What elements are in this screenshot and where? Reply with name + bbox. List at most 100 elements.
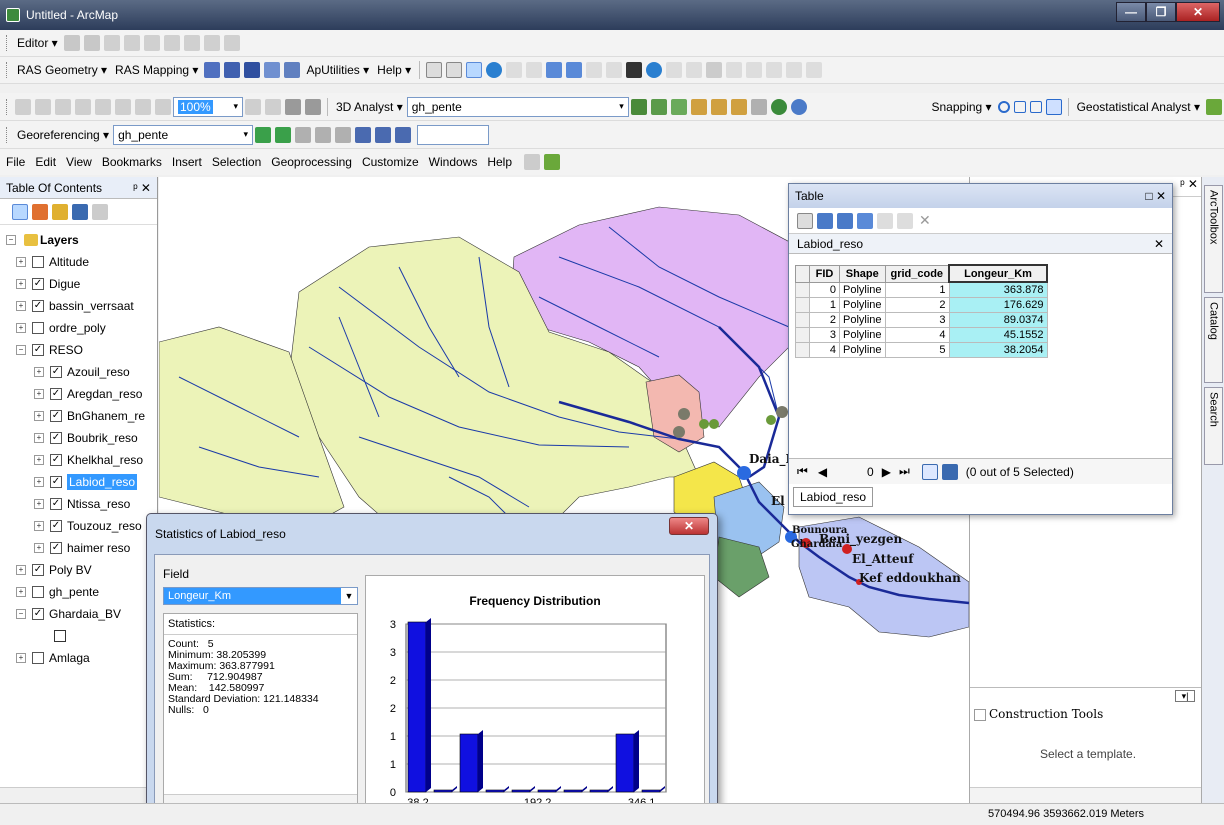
layout-tool-icon[interactable]: [285, 98, 301, 115]
table-tab-close[interactable]: ✕: [1154, 237, 1164, 251]
expand-toggle[interactable]: +: [16, 279, 26, 289]
tab-arctoolbox[interactable]: ArcToolbox: [1204, 185, 1223, 293]
curve-tool-icon[interactable]: [123, 35, 140, 51]
menu-bookmarks[interactable]: Bookmarks: [102, 155, 162, 169]
table-cell[interactable]: 3: [884, 311, 950, 328]
zoom-to-selected-icon[interactable]: [897, 212, 913, 229]
help-menu-toolbar[interactable]: Help ▾: [377, 63, 411, 77]
toc-layer-item[interactable]: + ordre_poly: [0, 317, 157, 339]
statistics-close-button[interactable]: ✕: [669, 517, 709, 535]
expand-toggle[interactable]: +: [34, 543, 44, 553]
fixed-zoom-out-icon[interactable]: [526, 62, 543, 78]
georef-tool-icon[interactable]: [335, 126, 352, 143]
arcscene-icon[interactable]: [770, 98, 787, 115]
toc-layer-item[interactable]: + ✓ Azouil_reso: [0, 361, 157, 383]
reshape-tool-icon[interactable]: [183, 35, 200, 51]
ras-tool-icon[interactable]: [264, 62, 281, 78]
toc-options-icon[interactable]: [92, 203, 108, 220]
table-cell[interactable]: 2: [884, 296, 950, 313]
georeferencing-menu[interactable]: Georeferencing ▾: [17, 128, 109, 142]
layer-visibility-checkbox[interactable]: ✓: [50, 542, 62, 554]
table-row[interactable]: 1 Polyline 2 176.629: [795, 296, 1048, 313]
select-features-icon[interactable]: [586, 62, 603, 78]
ras-geometry-menu[interactable]: RAS Geometry ▾: [17, 63, 107, 77]
toc-layer-item[interactable]: + gh_pente: [0, 581, 157, 603]
table-row[interactable]: 4 Polyline 5 38.2054: [795, 341, 1048, 358]
layout-tool-icon[interactable]: [55, 98, 71, 115]
prev-record-button[interactable]: ◀: [818, 465, 827, 479]
layer-name[interactable]: Ghardaia_BV: [49, 607, 121, 621]
layer-visibility-checkbox[interactable]: [32, 652, 44, 664]
layout-tool-icon[interactable]: [35, 98, 51, 115]
table-cell[interactable]: 1: [809, 296, 840, 313]
layer-visibility-checkbox[interactable]: [32, 322, 44, 334]
pan-icon[interactable]: [466, 62, 483, 78]
expand-toggle[interactable]: +: [16, 323, 26, 333]
layout-tool-icon[interactable]: [135, 98, 151, 115]
table-cell[interactable]: 3: [809, 326, 840, 343]
maximize-button[interactable]: ❐: [1146, 2, 1176, 22]
ras-mapping-menu[interactable]: RAS Mapping ▾: [115, 63, 198, 77]
layout-tool-icon[interactable]: [75, 98, 91, 115]
layout-tool-icon[interactable]: [155, 98, 171, 115]
select-by-attributes-icon[interactable]: [837, 212, 853, 229]
table-cell[interactable]: 4: [809, 341, 840, 358]
row-selector[interactable]: [795, 326, 810, 343]
hyperlink-icon[interactable]: [666, 62, 683, 78]
layer-visibility-checkbox[interactable]: ✓: [32, 608, 44, 620]
polygon-tool-icon[interactable]: [143, 35, 160, 51]
show-selected-records-icon[interactable]: [941, 463, 958, 480]
table-cell[interactable]: 2: [809, 311, 840, 328]
snapping-menu[interactable]: Snapping ▾: [932, 100, 992, 114]
toc-layer-item[interactable]: + ✓ Touzouz_reso: [0, 515, 157, 537]
find-icon[interactable]: [726, 62, 743, 78]
toc-layer-item[interactable]: + ✓ Aregdan_reso: [0, 383, 157, 405]
show-all-records-icon[interactable]: [921, 463, 938, 480]
expand-toggle[interactable]: +: [34, 367, 44, 377]
python-icon[interactable]: [544, 154, 561, 170]
edit-tool-icon[interactable]: [63, 35, 80, 51]
add-control-points-icon[interactable]: [255, 126, 272, 143]
viewer-icon[interactable]: [806, 62, 823, 78]
georef-tool-icon[interactable]: [275, 126, 292, 143]
list-by-source-icon[interactable]: [32, 203, 48, 220]
select-elements-icon[interactable]: [626, 62, 643, 78]
table-row[interactable]: 3 Polyline 4 45.1552: [795, 326, 1048, 343]
layer-visibility-checkbox[interactable]: ✓: [50, 366, 62, 378]
ras-tool-icon[interactable]: [204, 62, 221, 78]
row-selector[interactable]: [795, 341, 810, 358]
field-select[interactable]: Longeur_Km ▼: [163, 587, 358, 605]
table-cell[interactable]: 89.0374: [948, 311, 1048, 328]
layout-tool-icon[interactable]: [305, 98, 321, 115]
layers-root[interactable]: − Layers: [0, 229, 157, 251]
editor-menu[interactable]: Editor ▾: [17, 36, 58, 50]
layout-tool-icon[interactable]: [265, 98, 281, 115]
layer-visibility-checkbox[interactable]: ✓: [50, 498, 62, 510]
layer-name[interactable]: Altitude: [49, 255, 89, 269]
toc-layer-item[interactable]: + ✓ Ntissa_reso: [0, 493, 157, 515]
layer-name[interactable]: Aregdan_reso: [67, 387, 142, 401]
list-by-visibility-icon[interactable]: [52, 203, 68, 220]
table-bottom-tab[interactable]: Labiod_reso: [793, 487, 874, 507]
editor-toolbar-icon[interactable]: [524, 154, 541, 170]
table-cell[interactable]: 4: [884, 326, 950, 343]
zoom-in-icon[interactable]: [426, 62, 443, 78]
toc-pin-close[interactable]: ᵖ ✕: [133, 181, 151, 195]
toc-layer-item[interactable]: [0, 625, 157, 647]
georef-layer-combo[interactable]: gh_pente ▾: [113, 124, 254, 145]
last-record-button[interactable]: ⏭: [899, 464, 910, 479]
arcglobe-icon[interactable]: [790, 98, 807, 115]
toc-layer-item[interactable]: − ✓ Ghardaia_BV: [0, 603, 157, 625]
menu-windows[interactable]: Windows: [429, 155, 478, 169]
menu-customize[interactable]: Customize: [362, 155, 419, 169]
panel-collapse-button[interactable]: ▾|: [1175, 690, 1195, 702]
georef-tool-icon[interactable]: [315, 126, 332, 143]
expand-toggle[interactable]: +: [16, 587, 26, 597]
toc-layer-item[interactable]: + ✓ bassin_verrsaat: [0, 295, 157, 317]
layer-name[interactable]: Amlaga: [49, 651, 90, 665]
table-cell[interactable]: Polyline: [839, 326, 886, 343]
table-window-controls[interactable]: □ ✕: [1145, 189, 1166, 203]
layout-tool-icon[interactable]: [245, 98, 261, 115]
expand-toggle[interactable]: +: [34, 499, 44, 509]
viewer-icon[interactable]: [375, 126, 392, 143]
